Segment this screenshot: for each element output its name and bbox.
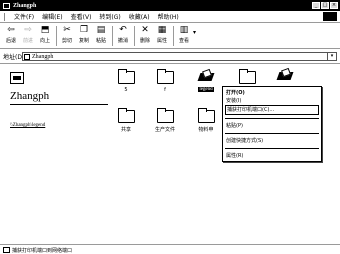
address-dropdown-icon[interactable]: ▾: [327, 53, 336, 60]
windows-logo-icon: [323, 12, 337, 21]
item-label: 物料申: [198, 127, 214, 133]
list-item[interactable]: 生产文件: [150, 108, 180, 133]
item-label: legend: [198, 87, 214, 92]
copy-label: 复制: [78, 38, 89, 44]
cut-button[interactable]: ✂ 剪切: [59, 23, 75, 44]
menu-view[interactable]: 查看(V): [67, 12, 96, 21]
address-value: Zhangph: [32, 53, 54, 60]
explorer-window: Zhangph _ □ × 文件(F) 编辑(E) 查看(V) 转到(G) 收藏…: [0, 0, 340, 254]
menu-grip[interactable]: [4, 12, 7, 21]
paste-button[interactable]: ▤ 粘贴: [93, 23, 109, 44]
divider: [10, 104, 108, 105]
folder-icon: [24, 53, 30, 60]
properties-icon: ▦: [157, 25, 167, 35]
network-folder-icon: [10, 72, 24, 84]
folder-icon: [197, 108, 215, 123]
menu-separator: [225, 133, 319, 134]
maximize-button[interactable]: □: [321, 2, 329, 9]
title-bar[interactable]: Zhangph _ □ ×: [0, 0, 340, 11]
menu-separator: [225, 118, 319, 119]
menu-favorites[interactable]: 收藏(A): [125, 12, 154, 21]
menu-bar: 文件(F) 编辑(E) 查看(V) 转到(G) 收藏(A) 帮助(H): [0, 11, 340, 23]
item-label: 生产文件: [154, 127, 175, 133]
menu-item-paste[interactable]: 粘贴(P): [223, 122, 321, 130]
copy-button[interactable]: ❐ 复制: [76, 23, 92, 44]
folder-icon: [238, 69, 256, 84]
menu-item-properties[interactable]: 属性(R): [223, 152, 321, 160]
address-input[interactable]: Zhangph ▾: [22, 52, 337, 61]
toolbar-separator: [112, 26, 113, 46]
forward-button[interactable]: ⇨ 前进: [20, 23, 36, 44]
window-title: Zhangph: [13, 2, 37, 9]
views-label: 查看: [178, 38, 189, 44]
status-bar: 捕获打印机端口到网络端口: [0, 244, 340, 254]
menu-go[interactable]: 转到(G): [95, 12, 124, 21]
address-bar: 地址(D) Zhangph ▾: [0, 50, 340, 64]
delete-icon: ✕: [141, 25, 149, 35]
paste-icon: ▤: [96, 25, 106, 35]
list-item[interactable]: legend: [191, 70, 221, 92]
properties-button[interactable]: ▦ 属性: [154, 23, 170, 44]
folder-icon: [117, 69, 135, 84]
list-item[interactable]: f: [150, 69, 180, 93]
item-label: 共享: [120, 127, 131, 133]
menu-edit[interactable]: 编辑(E): [38, 12, 66, 21]
list-item[interactable]: 物料申: [191, 108, 221, 133]
info-folder-name: Zhangph: [10, 90, 50, 102]
menu-item-capture-port[interactable]: 捕获打印机端口(C)...: [225, 105, 319, 115]
up-icon: ⬒: [40, 25, 50, 35]
up-label: 向上: [39, 38, 50, 44]
paste-label: 粘贴: [95, 38, 106, 44]
minimize-button[interactable]: _: [312, 2, 320, 9]
back-icon: ⇦: [7, 25, 15, 35]
item-label: 5: [124, 87, 128, 93]
item-label: f: [164, 87, 166, 93]
info-link[interactable]: \\Zhangph\legend: [10, 123, 110, 128]
folder-icon: [117, 108, 135, 123]
copy-icon: ❐: [79, 25, 89, 35]
delete-button[interactable]: ✕ 删除: [137, 23, 153, 44]
status-text: 捕获打印机端口到网络端口: [12, 247, 73, 254]
menu-item-open[interactable]: 打开(O): [223, 89, 321, 97]
folder-icon: [156, 69, 174, 84]
undo-button[interactable]: ↶ 撤消: [115, 23, 131, 44]
delete-label: 删除: [139, 38, 150, 44]
toolbar-separator: [134, 26, 135, 46]
menu-item-install[interactable]: 安装(I): [223, 97, 321, 105]
up-button[interactable]: ⬒ 向上: [37, 23, 53, 44]
cut-icon: ✂: [63, 25, 71, 35]
undo-icon: ↶: [119, 25, 127, 35]
toolbar-separator: [173, 26, 174, 46]
printer-port-icon: [3, 247, 10, 253]
close-button[interactable]: ×: [330, 2, 338, 9]
forward-label: 前进: [22, 38, 33, 44]
list-item[interactable]: 5: [111, 69, 141, 93]
printer-icon: [277, 69, 293, 83]
menu-file[interactable]: 文件(F): [10, 12, 38, 21]
menu-help[interactable]: 帮助(H): [154, 12, 183, 21]
forward-icon: ⇨: [24, 25, 32, 35]
printer-icon: [198, 70, 214, 84]
toolbar: ⇦ 后退 ⇨ 前进 ⬒ 向上 ✂ 剪切 ❐ 复制 ▤ 粘贴 ↶ 撤消 ✕ 删除 …: [0, 23, 340, 49]
undo-label: 撤消: [117, 38, 128, 44]
folder-icon: [3, 2, 10, 9]
views-dropdown-icon[interactable]: ▾: [193, 29, 196, 36]
views-button[interactable]: ▥ 查看: [176, 23, 192, 44]
folder-icon: [156, 108, 174, 123]
back-label: 后退: [5, 38, 16, 44]
menu-item-create-shortcut[interactable]: 创建快捷方式(S): [223, 137, 321, 145]
info-pane: Zhangph \\Zhangph\legend: [10, 72, 110, 128]
list-item[interactable]: 共享: [111, 108, 141, 133]
cut-label: 剪切: [61, 38, 72, 44]
back-button[interactable]: ⇦ 后退: [3, 23, 19, 44]
menu-separator: [225, 148, 319, 149]
toolbar-separator: [56, 26, 57, 46]
list-item[interactable]: [270, 69, 300, 83]
properties-label: 属性: [156, 38, 167, 44]
views-icon: ▥: [179, 25, 189, 35]
context-menu: 打开(O) 安装(I) 捕获打印机端口(C)... 粘贴(P) 创建快捷方式(S…: [222, 86, 322, 162]
list-item[interactable]: [232, 69, 262, 84]
